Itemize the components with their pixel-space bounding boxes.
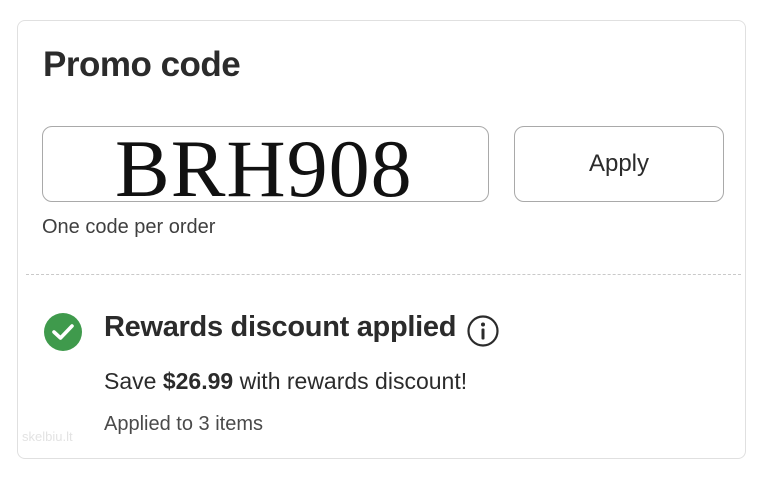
watermark: skelbiu.lt [22,429,73,444]
savings-prefix: Save [104,368,163,394]
applied-items-text: Applied to 3 items [104,413,263,435]
rewards-savings-text: Save $26.99 with rewards discount! [104,368,467,395]
promo-hint: One code per order [42,216,216,238]
rewards-title: Rewards discount applied [104,311,457,343]
promo-code-input[interactable]: BRH908 [42,126,489,202]
promo-title: Promo code [43,45,241,84]
savings-amount: $26.99 [162,368,234,394]
promo-code-value: BRH908 [115,126,413,202]
info-icon[interactable] [466,314,500,348]
apply-button[interactable]: Apply [514,126,724,202]
check-circle-icon [44,313,82,351]
section-divider [26,274,741,275]
savings-suffix: with rewards discount! [233,368,468,394]
promo-card: Promo code BRH908 Apply One code per ord… [17,20,746,459]
